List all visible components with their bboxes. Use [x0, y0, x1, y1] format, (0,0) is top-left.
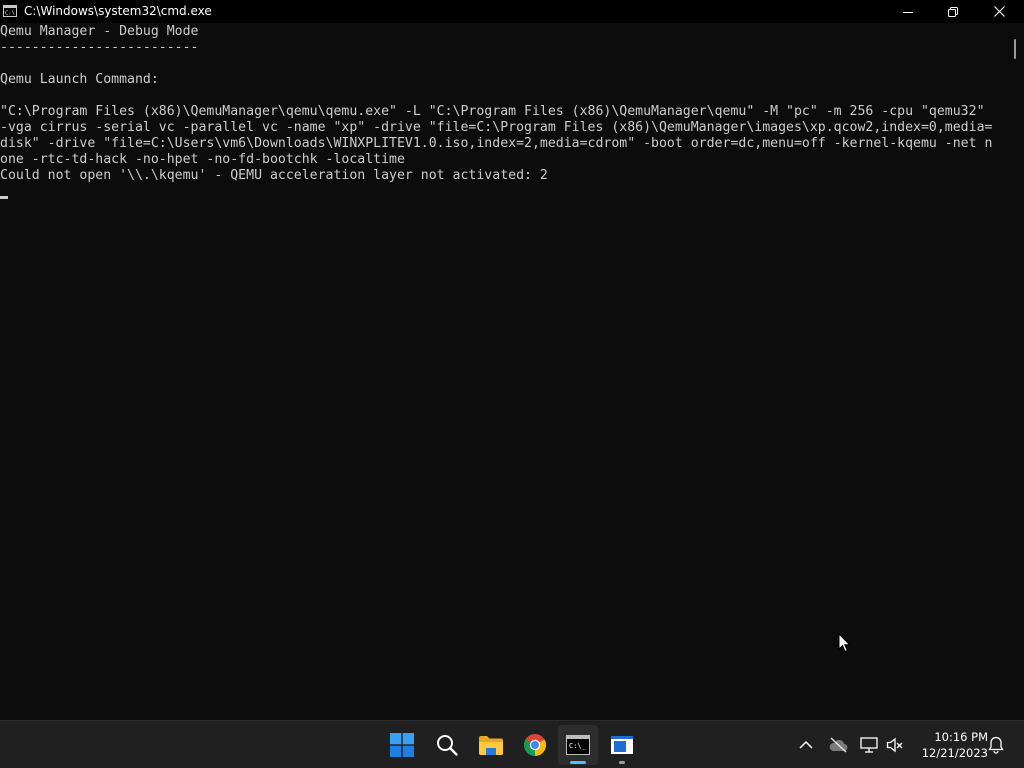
- console-line: disk" -drive "file=C:\Users\vm6\Download…: [0, 136, 993, 151]
- chrome-button[interactable]: [515, 725, 555, 765]
- cmd-app-icon: C:\: [3, 5, 17, 17]
- console-line: Could not open '\\.\kqemu' - QEMU accele…: [0, 168, 548, 183]
- windows-logo-icon: [390, 733, 414, 757]
- network-icon: [860, 737, 878, 753]
- console-line: Qemu Manager - Debug Mode: [0, 24, 199, 39]
- cloud-offline-icon: [829, 737, 848, 753]
- notifications-button[interactable]: [986, 735, 1006, 755]
- console-line: -vga cirrus -serial vc -parallel vc -nam…: [0, 120, 993, 135]
- svg-text:C:\: C:\: [5, 11, 15, 17]
- taskbar: C:\_ 10:16 PM 12/21/2023: [0, 720, 1024, 768]
- restore-button[interactable]: [930, 0, 976, 23]
- console-output[interactable]: Qemu Manager - Debug Mode --------------…: [0, 24, 1005, 720]
- search-button[interactable]: [427, 725, 467, 765]
- qemu-manager-button[interactable]: [602, 725, 642, 765]
- console-line: Qemu Launch Command:: [0, 72, 159, 87]
- command-prompt-window: C:\ C:\Windows\system32\cmd.exe Qemu Man…: [0, 0, 1024, 720]
- window-title: C:\Windows\system32\cmd.exe: [24, 4, 212, 18]
- text-cursor: [0, 196, 8, 199]
- running-indicator: [570, 761, 586, 764]
- volume-button[interactable]: [885, 735, 905, 755]
- chrome-icon: [524, 734, 546, 756]
- scrollbar-thumb[interactable]: [1014, 39, 1016, 59]
- volume-muted-icon: [886, 737, 903, 753]
- svg-text:C:\_: C:\_: [569, 742, 587, 750]
- search-icon: [437, 735, 458, 756]
- start-button[interactable]: [382, 725, 422, 765]
- system-clock[interactable]: 10:16 PM 12/21/2023: [912, 729, 988, 761]
- file-explorer-button[interactable]: [471, 725, 511, 765]
- close-button[interactable]: [976, 0, 1022, 23]
- vertical-scrollbar[interactable]: [1005, 24, 1024, 720]
- console-line: one -rtc-td-hack -no-hpet -no-fd-bootchk…: [0, 152, 405, 167]
- mouse-pointer-icon: [838, 633, 851, 653]
- command-prompt-button[interactable]: C:\_: [558, 725, 598, 765]
- chevron-up-icon: [799, 740, 813, 749]
- show-hidden-icons-button[interactable]: [796, 735, 816, 755]
- console-line: -------------------------: [0, 40, 199, 55]
- open-indicator: [619, 761, 625, 764]
- network-button[interactable]: [859, 735, 879, 755]
- close-icon: [993, 6, 1005, 17]
- minimize-button[interactable]: [885, 0, 931, 23]
- minimize-icon: [903, 11, 913, 13]
- console-line: "C:\Program Files (x86)\QemuManager\qemu…: [0, 104, 985, 119]
- restore-icon: [948, 6, 958, 17]
- onedrive-button[interactable]: [828, 735, 848, 755]
- app-window-icon: [611, 736, 633, 754]
- title-bar[interactable]: C:\ C:\Windows\system32\cmd.exe: [0, 0, 1024, 23]
- notification-bell-icon: [988, 736, 1004, 754]
- terminal-icon: C:\_: [566, 735, 590, 755]
- clock-date: 12/21/2023: [921, 746, 988, 760]
- clock-time: 10:16 PM: [934, 730, 988, 744]
- folder-icon: [479, 736, 503, 755]
